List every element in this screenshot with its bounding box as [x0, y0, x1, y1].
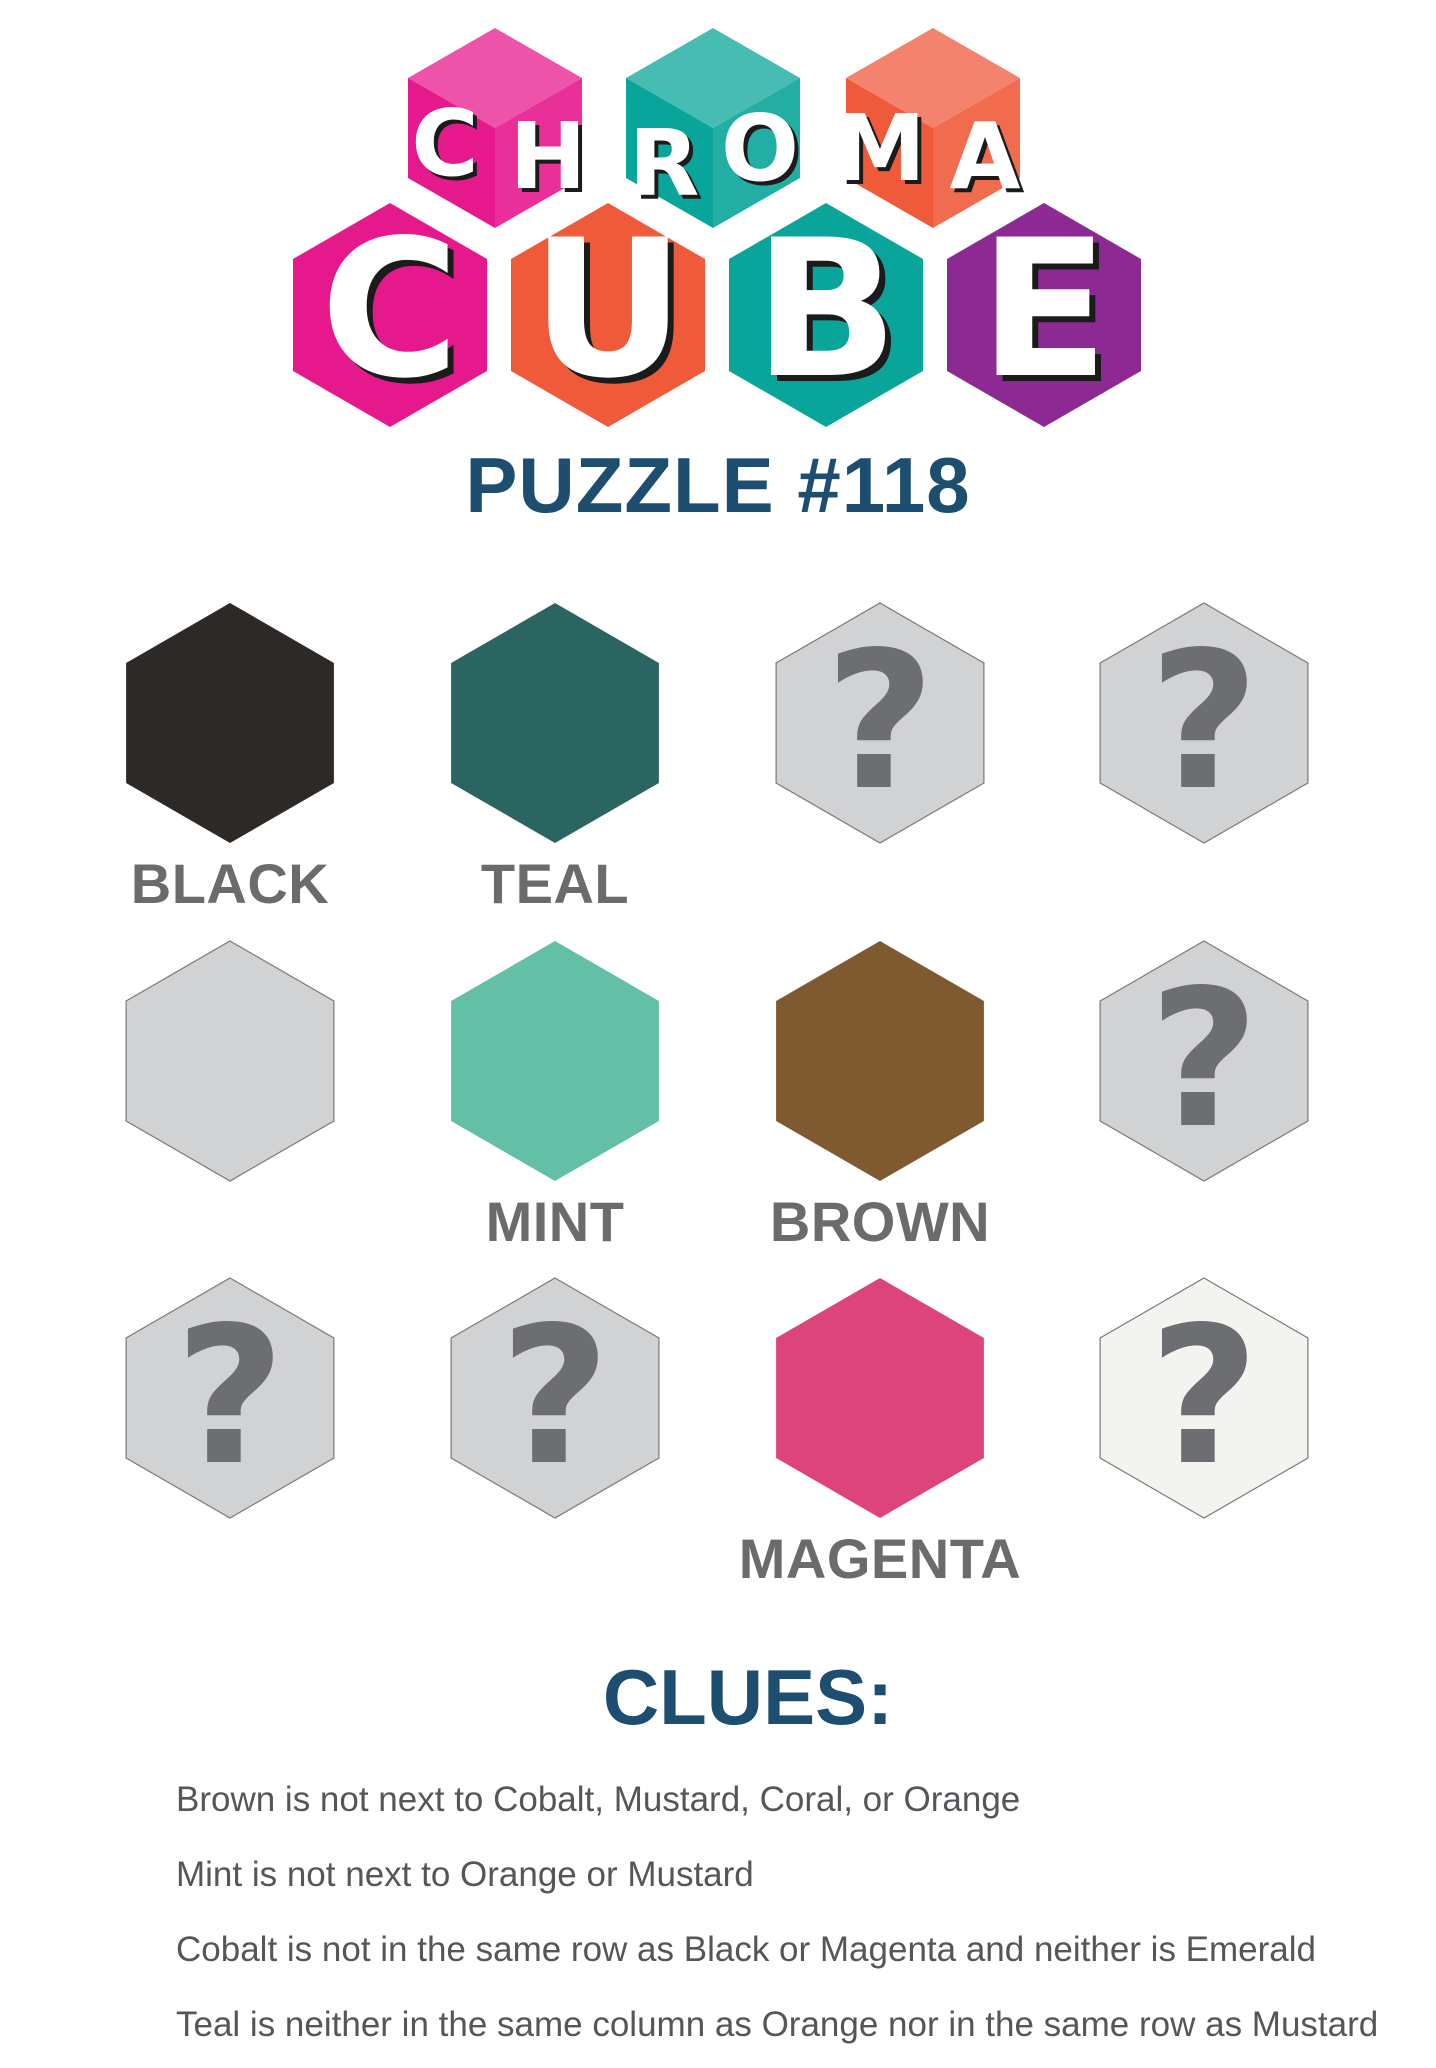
- hex-cell[interactable]: [773, 1275, 987, 1521]
- hex-cell[interactable]: ?: [448, 1275, 662, 1521]
- hexagon-shape: [125, 940, 335, 1182]
- logo-letter: O: [721, 95, 799, 202]
- puzzle-title: PUZZLE #118: [465, 441, 971, 529]
- hexagon-shape: [451, 603, 659, 843]
- question-mark-icon: ?: [1149, 949, 1259, 1170]
- question-mark-icon: ?: [1149, 1286, 1259, 1507]
- logo-letter: C: [411, 90, 479, 197]
- hex-cell[interactable]: ?: [1097, 600, 1311, 846]
- hexagon-shape: [126, 603, 334, 843]
- hex-cell[interactable]: [448, 600, 662, 846]
- hexagon-shape: [776, 1278, 984, 1518]
- question-mark-icon: ?: [1149, 611, 1259, 832]
- hex-cell[interactable]: ?: [773, 600, 987, 846]
- hexagon-shape: [451, 941, 659, 1181]
- logo-letter: B: [754, 199, 899, 420]
- hex-color-label: TEAL: [480, 852, 630, 915]
- logo-letter: H: [510, 103, 587, 210]
- hex-cell[interactable]: ?: [123, 1275, 337, 1521]
- hex-cell[interactable]: [123, 938, 337, 1184]
- chroma-cube-logo: CC HH RR OO MM AACC UU BB EE: [293, 28, 1141, 427]
- hex-color-label: MAGENTA: [738, 1527, 1022, 1590]
- hex-cell[interactable]: ?: [1097, 938, 1311, 1184]
- hex-color-label: MINT: [485, 1190, 625, 1253]
- hexagon-shape: [776, 941, 984, 1181]
- logo-letter: E: [979, 199, 1109, 420]
- hex-cell[interactable]: [773, 938, 987, 1184]
- clues-list: Brown is not next to Cobalt, Mustard, Co…: [176, 1768, 1379, 2068]
- question-mark-icon: ?: [175, 1286, 285, 1507]
- hex-cell[interactable]: [448, 938, 662, 1184]
- logo-letter: U: [531, 199, 685, 420]
- question-mark-icon: ?: [500, 1286, 610, 1507]
- clues-heading: CLUES:: [602, 1653, 894, 1741]
- hex-color-label: BLACK: [130, 852, 330, 915]
- logo-letter: C: [320, 199, 459, 420]
- logo-letter: M: [834, 95, 926, 202]
- clue-item: Brown is not next to Cobalt, Mustard, Co…: [176, 1780, 1021, 1819]
- question-mark-icon: ?: [825, 611, 935, 832]
- hex-cell[interactable]: ?: [1097, 1275, 1311, 1521]
- logo-letter: A: [949, 103, 1020, 210]
- hex-color-label: BROWN: [769, 1190, 991, 1253]
- clue-item: Cobalt is not in the same row as Black o…: [176, 1930, 1317, 1969]
- clue-item: Mint is not next to Orange or Mustard: [176, 1855, 754, 1894]
- hex-cell[interactable]: [123, 600, 337, 846]
- clue-item: Teal is neither in the same column as Or…: [176, 2005, 1379, 2044]
